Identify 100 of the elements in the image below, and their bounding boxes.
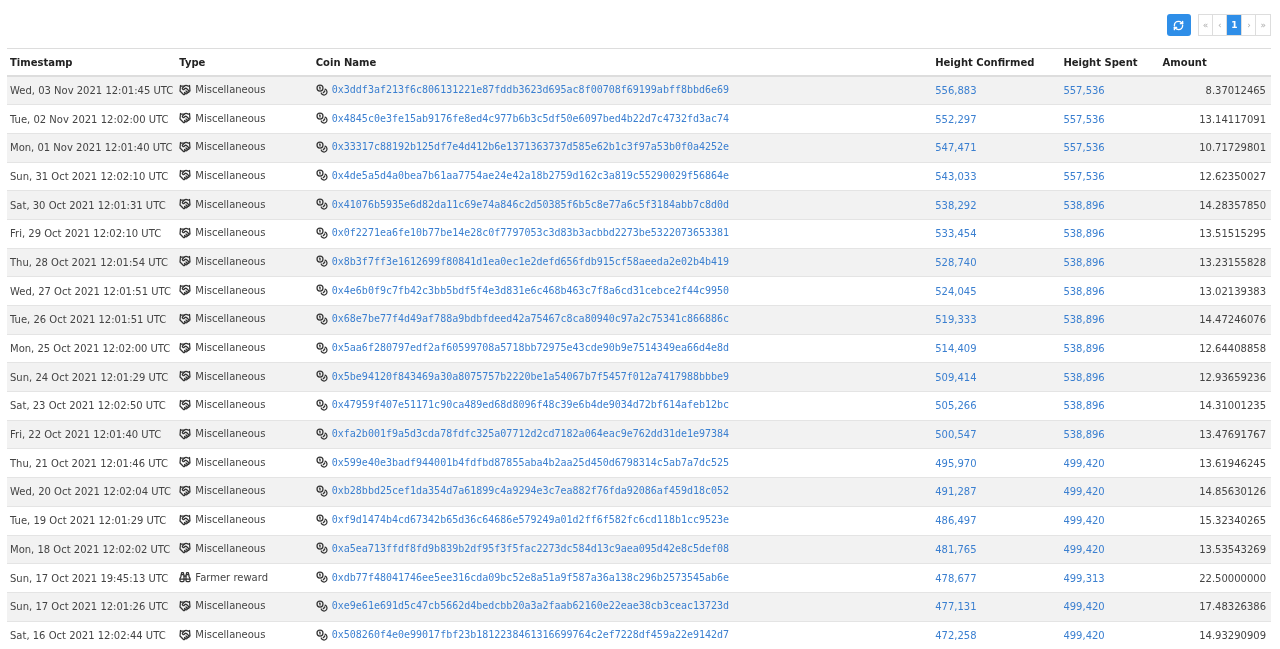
height-confirmed-link[interactable]: 495,970 [935,457,977,469]
height-spent-link[interactable]: 538,896 [1063,429,1105,441]
amount-text: 13.02139383 [1199,285,1266,297]
coin-link[interactable]: 0x5be94120f843469a30a8075757b2220be1a54067b7f5457f012a7417988bbbe9 [331,370,730,382]
height-confirmed-link[interactable]: 472,258 [935,630,977,642]
handshake-icon [179,169,192,182]
amount-text: 15.32340265 [1199,515,1266,527]
coins-icon [315,312,328,325]
height-confirmed-link[interactable]: 505,266 [935,400,977,412]
height-spent-link[interactable]: 499,420 [1063,515,1105,527]
height-spent-link[interactable]: 499,420 [1063,630,1105,642]
handshake-icon [179,140,192,153]
height-confirmed-link[interactable]: 486,497 [935,515,977,527]
coin-link[interactable]: 0xa5ea713ffdf8fd9b839b2df95f3f5fac2273dc584d13c9aea095d42e8c5def08 [331,542,730,554]
amount-text: 13.53543269 [1199,543,1266,555]
coin-link[interactable]: 0x41076b5935e6d82da11c69e74a846c2d50385f6b5c8e77a6c5f3184abb7c8d0d [331,198,730,210]
coin-link[interactable]: 0xfa2b001f9a5d3cda78fdfc325a07712d2cd7182a064eac9e762dd31de1e97384 [331,428,730,440]
height-confirmed-link[interactable]: 500,547 [935,429,977,441]
coins-icon [315,169,328,182]
coin-link[interactable]: 0x599e40e3badf944001b4fdfbd87855aba4b2aa25d450d6798314c5ab7a7dc525 [331,456,730,468]
type-text: Miscellaneous [195,255,266,267]
timestamp-text: Sat, 16 Oct 2021 12:02:44 UTC [10,630,166,642]
handshake-icon [179,341,192,354]
coin-link[interactable]: 0x4e6b0f9c7fb42c3bb5bdf5f4e3d831e6c468b463c7f8a6cd31cebce2f44c9950 [331,284,730,296]
timestamp-text: Fri, 29 Oct 2021 12:02:10 UTC [10,228,162,240]
coin-link[interactable]: 0x47959f407e51171c90ca489ed68d8096f48c39e6b4de9034d72bf614afeb12bc [331,399,730,411]
height-spent-link[interactable]: 538,896 [1063,371,1105,383]
coin-link[interactable]: 0x33317c88192b125df7e4d412b6e1371363737d585e62b1c3f97a53b0f0a4252e [331,141,730,153]
height-spent-link[interactable]: 499,420 [1063,457,1105,469]
type-text: Miscellaneous [195,227,266,239]
coin-link[interactable]: 0x0f2271ea6fe10b77be14e28c0f7797053c3d83b3acbbd2273be5322073653381 [331,227,730,239]
height-confirmed-link[interactable]: 547,471 [935,142,977,154]
handshake-icon [179,198,192,211]
height-spent-link[interactable]: 499,420 [1063,543,1105,555]
height-confirmed-link[interactable]: 552,297 [935,113,977,125]
height-spent-link[interactable]: 557,536 [1063,85,1105,97]
timestamp-text: Mon, 18 Oct 2021 12:02:02 UTC [10,543,171,555]
coin-link[interactable]: 0xf9d1474b4cd67342b65d36c64686e579249a01d2ff6f582fc6cd118b1cc9523e [331,514,730,526]
height-spent-link[interactable]: 538,896 [1063,285,1105,297]
type-text: Miscellaneous [195,600,266,612]
handshake-icon [179,226,192,239]
height-confirmed-link[interactable]: 509,414 [935,371,977,383]
height-spent-link[interactable]: 538,896 [1063,343,1105,355]
type-text: Miscellaneous [195,313,266,325]
type-text: Miscellaneous [195,141,266,153]
height-spent-link[interactable]: 499,313 [1063,572,1105,584]
height-spent-link[interactable]: 499,420 [1063,601,1105,613]
height-spent-link[interactable]: 538,896 [1063,314,1105,326]
timestamp-text: Sun, 31 Oct 2021 12:02:10 UTC [10,170,169,182]
coin-link[interactable]: 0xb28bbd25cef1da354d7a61899c4a9294e3c7ea882f76fda92086af459d18c052 [331,485,730,497]
coin-link[interactable]: 0x8b3f7ff3e1612699f80841d1ea0ec1e2defd656fdb915cf58aeeda2e02b4b419 [331,255,730,267]
height-spent-link[interactable]: 557,536 [1063,142,1105,154]
height-confirmed-link[interactable]: 533,454 [935,228,977,240]
handshake-icon [179,513,192,526]
type-text: Miscellaneous [195,198,266,210]
coins-icon [315,599,328,612]
timestamp-text: Mon, 01 Nov 2021 12:01:40 UTC [10,142,173,154]
coins-icon [315,198,328,211]
height-spent-link[interactable]: 538,896 [1063,228,1105,240]
coins-icon [315,513,328,526]
height-confirmed-link[interactable]: 524,045 [935,285,977,297]
coin-link[interactable]: 0x4845c0e3fe15ab9176fe8ed4c977b6b3c5df50e6097bed4b22d7c4732fd3ac74 [331,112,730,124]
timestamp-text: Tue, 19 Oct 2021 12:01:29 UTC [10,515,167,527]
type-text: Miscellaneous [195,169,266,181]
handshake-icon [179,398,192,411]
height-spent-link[interactable]: 538,896 [1063,256,1105,268]
height-confirmed-link[interactable]: 556,883 [935,85,977,97]
height-spent-link[interactable]: 557,536 [1063,170,1105,182]
coin-link[interactable]: 0x68e7be77f4d49af788a9bdbfdeed42a75467c8ca80940c97a2c75341c866886c [331,313,730,325]
coin-link[interactable]: 0xdb77f48041746ee5ee316cda09bc52e8a51a9f587a36a138c296b2573545ab6e [331,571,730,583]
coin-link[interactable]: 0x5aa6f280797edf2af60599708a5718bb72975e43cde90b9e7514349ea66d4e8d [331,342,730,354]
timestamp-text: Mon, 25 Oct 2021 12:02:00 UTC [10,343,171,355]
coin-link[interactable]: 0x3ddf3af213f6c806131221e87fddb3623d695ac8f00708f69199abff8bbd6e69 [331,84,730,96]
coins-icon [315,83,328,96]
height-confirmed-link[interactable]: 528,740 [935,256,977,268]
height-confirmed-link[interactable]: 491,287 [935,486,977,498]
height-confirmed-link[interactable]: 519,333 [935,314,977,326]
height-confirmed-link[interactable]: 543,033 [935,170,977,182]
coins-icon [315,398,328,411]
timestamp-text: Thu, 21 Oct 2021 12:01:46 UTC [10,457,169,469]
coins-icon [315,456,328,469]
height-confirmed-link[interactable]: 538,292 [935,199,977,211]
height-spent-link[interactable]: 538,896 [1063,400,1105,412]
amount-text: 13.23155828 [1199,256,1266,268]
coin-link[interactable]: 0x508260f4e0e99017fbf23b1812238461316699764c2ef7228df459a22e9142d7 [331,629,730,641]
height-confirmed-link[interactable]: 477,131 [935,601,977,613]
height-confirmed-link[interactable]: 478,677 [935,572,977,584]
amount-text: 13.61946245 [1199,457,1266,469]
height-confirmed-link[interactable]: 481,765 [935,543,977,555]
amount-text: 14.28357850 [1199,199,1266,211]
height-confirmed-link[interactable]: 514,409 [935,343,977,355]
height-spent-link[interactable]: 499,420 [1063,486,1105,498]
height-spent-link[interactable]: 538,896 [1063,199,1105,211]
coin-link[interactable]: 0x4de5a5d4a0bea7b61aa7754ae24e42a18b2759d162c3a819c55290029f56864e [331,169,730,181]
type-text: Miscellaneous [195,84,266,96]
refresh-button[interactable] [1166,14,1191,36]
height-spent-link[interactable]: 557,536 [1063,113,1105,125]
page-link[interactable]: 1 [1226,14,1243,36]
type-text: Miscellaneous [195,428,266,440]
coin-link[interactable]: 0xe9e61e691d5c47cb5662d4bedcbb20a3a2faab62160e22eae38cb3ceac13723d [331,600,730,612]
